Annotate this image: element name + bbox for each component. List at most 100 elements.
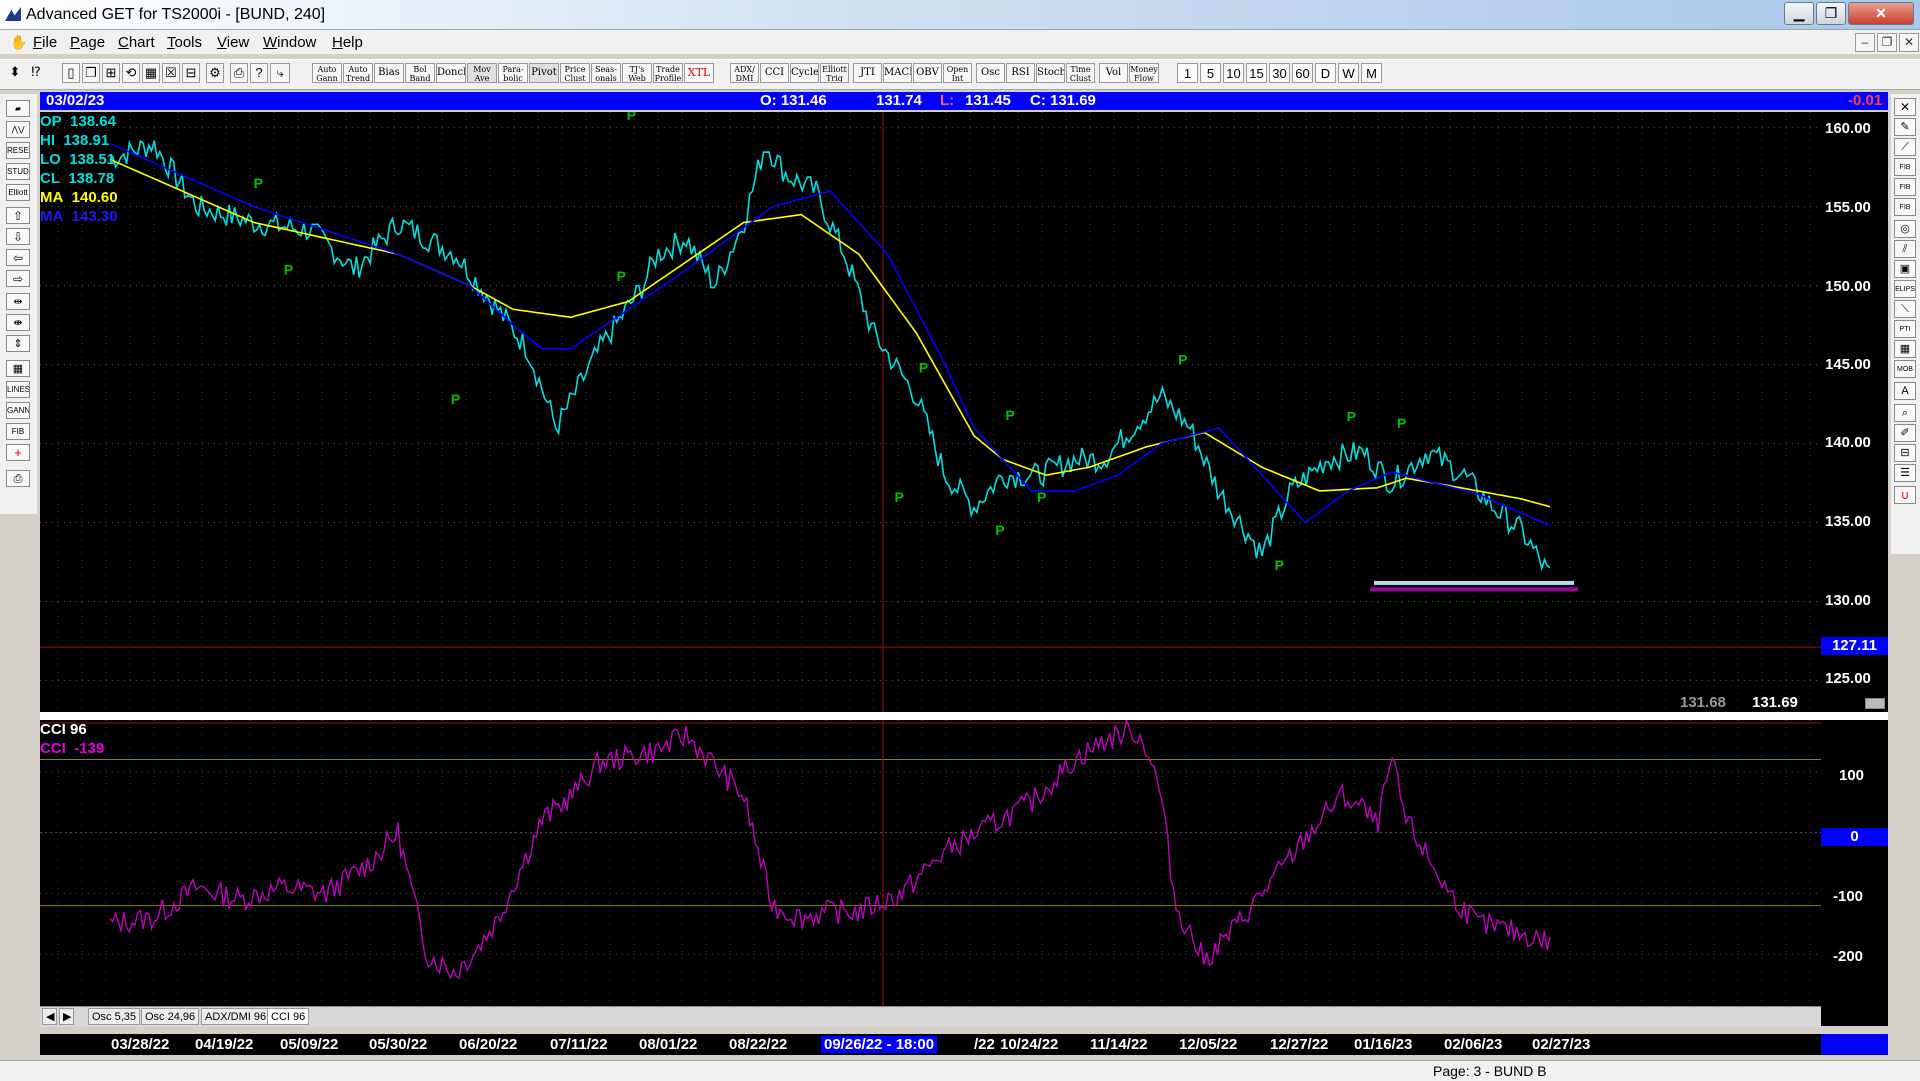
arrow-left-tool-icon[interactable]: ⇦ <box>6 249 30 266</box>
arrow-right-tool-icon[interactable]: ⇨ <box>6 270 30 287</box>
pattern-tool-icon[interactable]: ⋀⋁ <box>6 121 30 138</box>
osc-time-clust-button[interactable]: Time Clust <box>1066 63 1095 83</box>
minimize-button[interactable]: ▁ <box>1784 2 1814 25</box>
cci-axis[interactable]: 100 0 -100 -200 <box>1821 720 1888 1026</box>
osc-cycles-button[interactable]: Cycles <box>790 63 819 83</box>
magnet-tool-icon[interactable]: ∪ <box>1894 486 1916 504</box>
price-axis[interactable]: 160.00 155.00 150.00 145.00 140.00 135.0… <box>1821 112 1888 712</box>
help-pointer-icon[interactable]: ⁉ <box>26 63 46 83</box>
zoom-tool-icon[interactable]: ⌕ <box>1894 404 1916 422</box>
axis-scale-icon[interactable] <box>1865 698 1885 709</box>
lines-tool-icon[interactable]: LINES <box>6 381 30 398</box>
print-tool-icon[interactable]: ⎙ <box>6 470 30 487</box>
study-donch-button[interactable]: Donch <box>436 63 466 83</box>
mob-tool-icon[interactable]: MOB <box>1894 360 1916 378</box>
osc-jti-button[interactable]: JTI <box>853 63 882 83</box>
new-page-icon[interactable]: ▯ <box>62 63 80 83</box>
spiral-tool-icon[interactable]: ◎ <box>1894 220 1916 238</box>
pti-tool-icon[interactable]: PTI <box>1894 320 1916 338</box>
grid-tool-icon[interactable]: ▦ <box>6 360 30 377</box>
tab-scroll-left-icon[interactable]: ◀ <box>42 1008 57 1025</box>
channel-tool-icon[interactable]: ⟍ <box>1894 300 1916 318</box>
layout-icon[interactable]: ⊟ <box>182 63 200 83</box>
marker-tool-icon[interactable]: ✐ <box>1894 424 1916 442</box>
cci-chart-svg[interactable] <box>40 720 1821 1006</box>
osc-adx-dmi-button[interactable]: ADX/DMI <box>730 63 759 83</box>
arrow-down-tool-icon[interactable]: ⇩ <box>6 228 30 245</box>
osc-macd-button[interactable]: MACD <box>883 63 912 83</box>
fib-time-tool-icon[interactable]: FIB TIME <box>1894 198 1916 216</box>
ellipse-tool-icon[interactable]: ELIPS <box>1894 280 1916 298</box>
study-pivot-button[interactable]: Pivot <box>529 63 559 83</box>
period-1-button[interactable]: 1 <box>1177 63 1198 83</box>
fib-tool-icon[interactable]: FIB <box>6 423 30 440</box>
delete-icon[interactable]: ☒ <box>162 63 180 83</box>
menu-window[interactable]: Window <box>263 34 316 51</box>
osc-vol-button[interactable]: Vol <box>1099 63 1128 83</box>
study-auto-trend-button[interactable]: Auto Trend <box>343 63 373 83</box>
mdi-close-button[interactable]: ✕ <box>1899 33 1919 52</box>
date-axis[interactable]: 03/28/22 04/19/22 05/09/22 05/30/22 06/2… <box>40 1034 1888 1055</box>
tab-adx-dmi-96[interactable]: ADX/DMI 96 <box>201 1008 271 1025</box>
osc-cci-button[interactable]: CCI <box>760 63 789 83</box>
tab-osc-24-96[interactable]: Osc 24,96 <box>141 1008 200 1025</box>
print-icon[interactable]: ⎙ <box>230 63 248 83</box>
period-60-button[interactable]: 60 <box>1292 63 1313 83</box>
osc-obv-button[interactable]: OBV <box>913 63 942 83</box>
cci-oscillator-pane[interactable]: CCI 96 CCI -139 <box>40 720 1821 1006</box>
period-10-button[interactable]: 10 <box>1223 63 1244 83</box>
period-15-button[interactable]: 15 <box>1246 63 1267 83</box>
tab-scroll-right-icon[interactable]: ▶ <box>59 1008 74 1025</box>
grid-icon[interactable]: ▦ <box>142 63 160 83</box>
pen-tool-icon[interactable]: ✎ <box>1894 118 1916 136</box>
tab-osc-5-35[interactable]: Osc 5,35 <box>88 1008 141 1025</box>
trendline-tool-icon[interactable]: ⟋ <box>1894 138 1916 156</box>
compress-tool-icon[interactable]: ⇼ <box>6 314 30 331</box>
mdi-minimize-button[interactable]: ‒ <box>1855 33 1875 52</box>
text-tool-icon[interactable]: A <box>1894 382 1916 400</box>
period-d-button[interactable]: D <box>1315 63 1336 83</box>
close-button[interactable]: ✕ <box>1848 2 1914 25</box>
menu-chart[interactable]: Chart <box>118 34 155 51</box>
study-trade-profile-button[interactable]: Trade Profile <box>653 63 683 83</box>
period-5-button[interactable]: 5 <box>1200 63 1221 83</box>
question-icon[interactable]: ? <box>250 63 268 83</box>
reset-tool-icon[interactable]: RESET <box>6 142 30 159</box>
menu-file[interactable]: File <box>33 34 57 51</box>
study-mov-ave-button[interactable]: Mov Ave <box>467 63 497 83</box>
osc-open-int-button[interactable]: Open Int <box>943 63 972 83</box>
resize-tool-icon[interactable]: ⇕ <box>6 335 30 352</box>
osc-money-flow-button[interactable]: Money Flow <box>1129 63 1159 83</box>
study-xtl-button[interactable]: XTL <box>684 63 714 83</box>
elliott-tool-icon[interactable]: Elliott <box>6 184 30 201</box>
mdi-restore-button[interactable]: ❐ <box>1877 33 1897 52</box>
measure-tool-icon[interactable]: ⊟ <box>1894 444 1916 462</box>
help-arrow-icon[interactable]: ⤷ <box>270 63 290 83</box>
fib-ret-tool-icon[interactable]: FIB RET <box>1894 158 1916 176</box>
study-price-clust-button[interactable]: Price Clust <box>560 63 590 83</box>
price-chart-pane[interactable]: P P P P P P P P P P P P P P OP 138.64 HI 138.91 LO 13… <box>40 112 1821 712</box>
osc-elliott-trig-button[interactable]: Elliott Trig <box>820 63 849 83</box>
fan-tool-icon[interactable]: ⫽ <box>1894 240 1916 258</box>
menu-tools[interactable]: Tools <box>167 34 202 51</box>
study-auto-gann-button[interactable]: Auto Gann <box>312 63 342 83</box>
gann-tool-icon[interactable]: GANN <box>6 402 30 419</box>
fib-ext-tool-icon[interactable]: FIB EXT <box>1894 178 1916 196</box>
study-tjs-web-button[interactable]: TJ's Web <box>622 63 652 83</box>
list-tool-icon[interactable]: ☰ <box>1894 464 1916 482</box>
period-m-button[interactable]: M <box>1361 63 1382 83</box>
pointer-icon[interactable]: ⬍ <box>6 63 24 83</box>
study-seasonals-button[interactable]: Seas-onals <box>591 63 621 83</box>
refresh-icon[interactable]: ⟲ <box>122 63 140 83</box>
osc-osc-button[interactable]: Osc <box>976 63 1005 83</box>
grid-fill-tool-icon[interactable]: ▦ <box>1894 340 1916 358</box>
menu-help[interactable]: Help <box>332 34 363 51</box>
menu-page[interactable]: Page <box>70 34 105 51</box>
maximize-button[interactable]: ❐ <box>1816 2 1846 25</box>
settings-icon[interactable]: ⚙ <box>206 63 224 83</box>
price-chart-svg[interactable]: P P P P P P P P P P P P P P <box>40 112 1821 712</box>
study-bol-band-button[interactable]: Bol Band <box>405 63 435 83</box>
osc-rsi-button[interactable]: RSI <box>1006 63 1035 83</box>
menu-view[interactable]: View <box>217 34 249 51</box>
osc-stoch-button[interactable]: Stoch <box>1036 63 1065 83</box>
